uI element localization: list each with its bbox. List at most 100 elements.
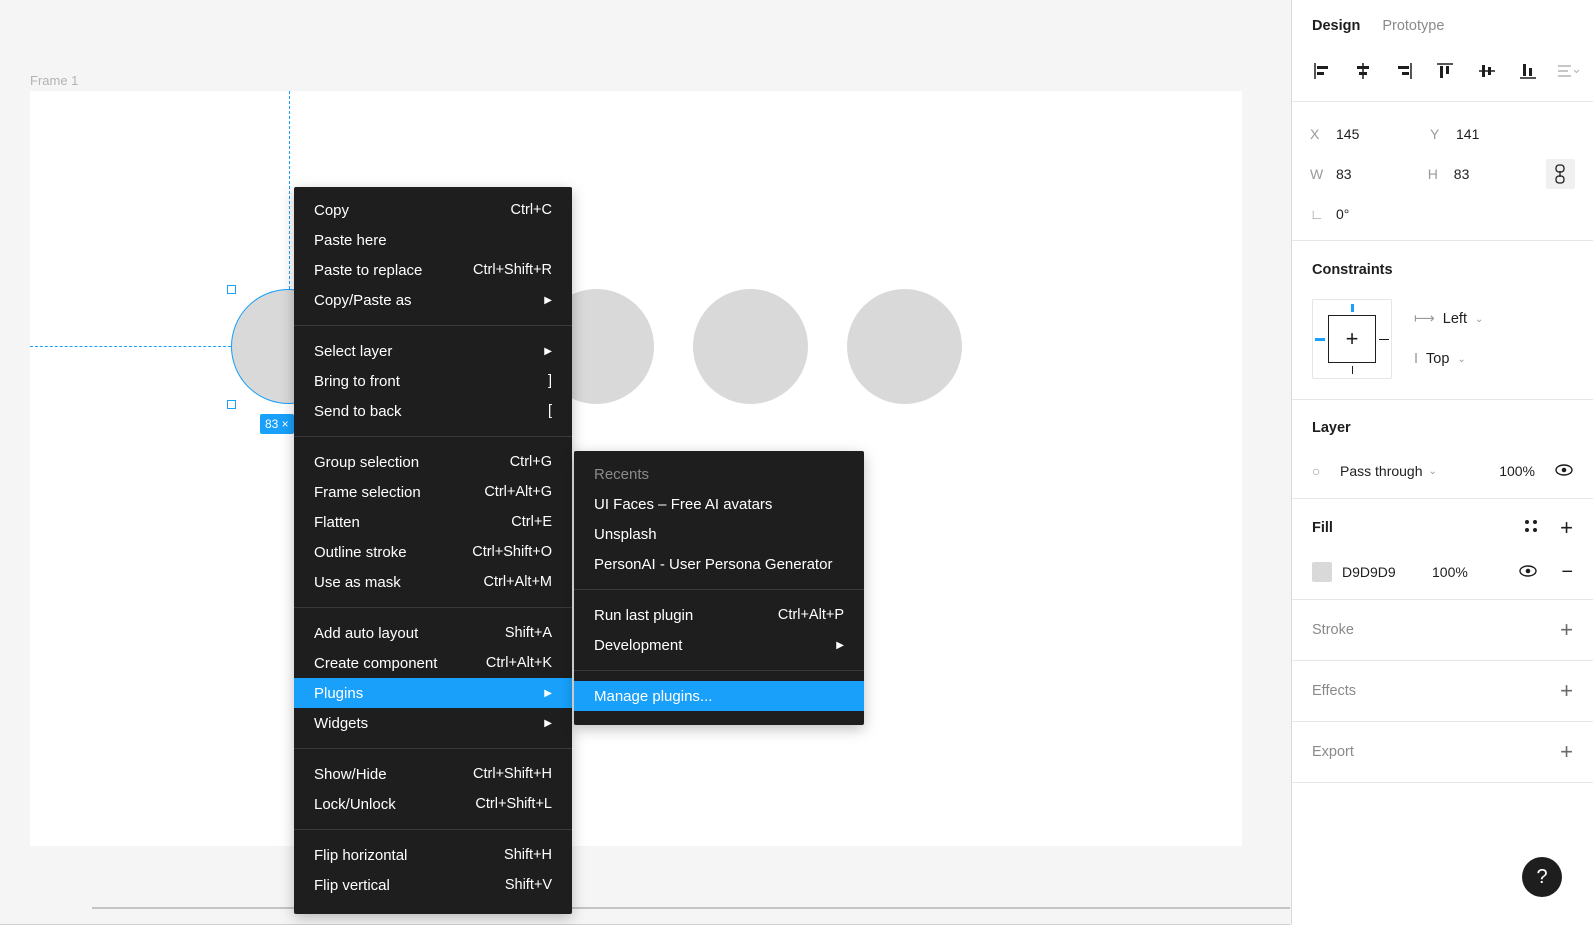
align-horizontal-center-icon[interactable]: [1351, 59, 1375, 83]
add-effect-icon[interactable]: +: [1560, 678, 1573, 704]
ellipse-3[interactable]: [693, 289, 808, 404]
add-export-icon[interactable]: +: [1560, 739, 1573, 765]
menu-item-shortcut: Shift+A: [504, 625, 552, 641]
context-menu-item-use-as-mask[interactable]: Use as mask Ctrl+Alt+M: [294, 567, 572, 597]
menu-item-shortcut: Ctrl+Shift+R: [473, 262, 552, 278]
menu-item-label: Create component: [314, 654, 438, 672]
menu-item-label: Widgets: [314, 714, 369, 732]
add-fill-icon[interactable]: +: [1560, 515, 1573, 541]
context-menu-item-plugins[interactable]: Plugins ▶: [294, 678, 572, 708]
menu-separator: [574, 670, 864, 671]
styles-icon[interactable]: [1524, 519, 1538, 537]
frame-label[interactable]: Frame 1: [30, 73, 78, 88]
menu-item-shortcut: Ctrl+Alt+G: [484, 484, 552, 500]
align-top-icon[interactable]: [1433, 59, 1457, 83]
context-menu-item-add-auto-layout[interactable]: Add auto layout Shift+A: [294, 618, 572, 648]
blend-mode-dropdown[interactable]: Pass through: [1340, 463, 1423, 479]
help-button[interactable]: ?: [1522, 857, 1562, 897]
plugin-submenu-item-ui-faces-free-ai-avatars[interactable]: UI Faces – Free AI avatars: [574, 489, 864, 519]
plugin-submenu-item-personai-user-persona-generator[interactable]: PersonAI - User Persona Generator: [574, 549, 864, 579]
context-menu-item-outline-stroke[interactable]: Outline stroke Ctrl+Shift+O: [294, 537, 572, 567]
context-menu: Copy Ctrl+C Paste here Paste to replace Ctrl…: [294, 187, 572, 914]
plugin-submenu-item-development[interactable]: Development ▶: [574, 630, 864, 660]
context-menu-item-lock-unlock[interactable]: Lock/Unlock Ctrl+Shift+L: [294, 789, 572, 819]
layer-section: Layer ○ Pass through ⌄ 100%: [1292, 400, 1593, 499]
fill-title: Fill: [1312, 520, 1333, 536]
menu-item-shortcut: ]: [547, 373, 552, 389]
rotation-field[interactable]: ∟ 0°: [1310, 206, 1430, 222]
menu-item-label: Paste here: [314, 231, 387, 249]
menu-item-label: Select layer: [314, 342, 393, 360]
context-menu-item-paste-here[interactable]: Paste here: [294, 225, 572, 255]
effects-title[interactable]: Effects: [1312, 683, 1356, 699]
context-menu-item-select-layer[interactable]: Select layer ▶: [294, 336, 572, 366]
width-field[interactable]: W 83: [1310, 166, 1428, 182]
menu-item-shortcut: Shift+V: [504, 877, 552, 893]
height-field[interactable]: H 83: [1428, 166, 1546, 182]
menu-item-shortcut: Ctrl+E: [511, 514, 552, 530]
menu-separator: [294, 325, 572, 326]
plugin-submenu-item-run-last-plugin[interactable]: Run last plugin Ctrl+Alt+P: [574, 600, 864, 630]
fill-section: Fill + D9D9D9 100% −: [1292, 499, 1593, 600]
resize-handle-top-left[interactable]: [227, 285, 236, 294]
rotation-icon: ∟: [1310, 206, 1324, 222]
context-menu-item-widgets[interactable]: Widgets ▶: [294, 708, 572, 738]
context-menu-item-create-component[interactable]: Create component Ctrl+Alt+K: [294, 648, 572, 678]
menu-item-shortcut: Ctrl+Alt+M: [483, 574, 553, 590]
context-menu-item-group-selection[interactable]: Group selection Ctrl+G: [294, 447, 572, 477]
context-menu-item-copy-paste-as[interactable]: Copy/Paste as ▶: [294, 285, 572, 315]
menu-item-label: Run last plugin: [594, 606, 694, 624]
eye-icon[interactable]: [1519, 564, 1538, 580]
stroke-title[interactable]: Stroke: [1312, 622, 1354, 638]
menu-item-shortcut: Ctrl+Shift+L: [475, 796, 552, 812]
context-menu-item-flip-vertical[interactable]: Flip vertical Shift+V: [294, 870, 572, 900]
x-field[interactable]: X 145: [1310, 126, 1430, 142]
constraint-widget[interactable]: +: [1312, 299, 1392, 379]
constrain-proportions-icon[interactable]: [1545, 159, 1575, 189]
chevron-down-icon: ⌄: [1428, 465, 1437, 477]
menu-separator: [574, 589, 864, 590]
y-field[interactable]: Y 141: [1430, 126, 1550, 142]
menu-item-label: PersonAI - User Persona Generator: [594, 555, 833, 573]
context-menu-item-bring-to-front[interactable]: Bring to front]: [294, 366, 572, 396]
guide-vertical: [289, 91, 290, 289]
ellipse-4[interactable]: [847, 289, 962, 404]
fill-color-swatch[interactable]: [1312, 562, 1332, 582]
fill-hex[interactable]: D9D9D9: [1342, 564, 1432, 580]
menu-item-label: Unsplash: [594, 525, 657, 543]
add-stroke-icon[interactable]: +: [1560, 617, 1573, 643]
align-right-icon[interactable]: [1392, 59, 1416, 83]
layer-opacity[interactable]: 100%: [1499, 463, 1535, 479]
guide-horizontal: [30, 346, 231, 347]
eye-icon[interactable]: [1555, 463, 1573, 479]
menu-separator: [294, 748, 572, 749]
context-menu-item-frame-selection[interactable]: Frame selection Ctrl+Alt+G: [294, 477, 572, 507]
vertical-constraint-dropdown[interactable]: I Top ⌄: [1414, 339, 1483, 379]
tab-prototype[interactable]: Prototype: [1382, 18, 1444, 34]
menu-item-label: Development: [594, 636, 683, 654]
properties-panel: Design Prototype X 145 Y 141 W 83 H 83 ∟ 0° C…: [1291, 0, 1593, 925]
plugin-submenu-item-manage-plugins[interactable]: Manage plugins...: [574, 681, 864, 711]
context-menu-item-flatten[interactable]: Flatten Ctrl+E: [294, 507, 572, 537]
remove-fill-icon[interactable]: −: [1561, 561, 1573, 584]
horizontal-constraint-dropdown[interactable]: ⟼ Left ⌄: [1414, 299, 1483, 339]
resize-handle-bottom-left[interactable]: [227, 400, 236, 409]
align-vertical-center-icon[interactable]: [1475, 59, 1499, 83]
distribute-icon[interactable]: [1557, 59, 1581, 83]
menu-item-label: Outline stroke: [314, 543, 407, 561]
size-badge: 83 ×: [260, 414, 294, 434]
context-menu-item-copy[interactable]: Copy Ctrl+C: [294, 195, 572, 225]
context-menu-item-send-to-back[interactable]: Send to back [: [294, 396, 572, 426]
align-bottom-icon[interactable]: [1516, 59, 1540, 83]
tab-design[interactable]: Design: [1312, 18, 1360, 34]
align-left-icon[interactable]: [1310, 59, 1334, 83]
plugin-submenu-item-unsplash[interactable]: Unsplash: [574, 519, 864, 549]
fill-opacity[interactable]: 100%: [1432, 564, 1468, 580]
context-menu-item-paste-to-replace[interactable]: Paste to replace Ctrl+Shift+R: [294, 255, 572, 285]
menu-item-label: Flip vertical: [314, 876, 390, 894]
submenu-arrow-icon: ▶: [836, 639, 844, 651]
context-menu-item-show-hide[interactable]: Show/Hide Ctrl+Shift+H: [294, 759, 572, 789]
context-menu-item-flip-horizontal[interactable]: Flip horizontal Shift+H: [294, 840, 572, 870]
export-title[interactable]: Export: [1312, 744, 1354, 760]
menu-item-label: Flip horizontal: [314, 846, 408, 864]
